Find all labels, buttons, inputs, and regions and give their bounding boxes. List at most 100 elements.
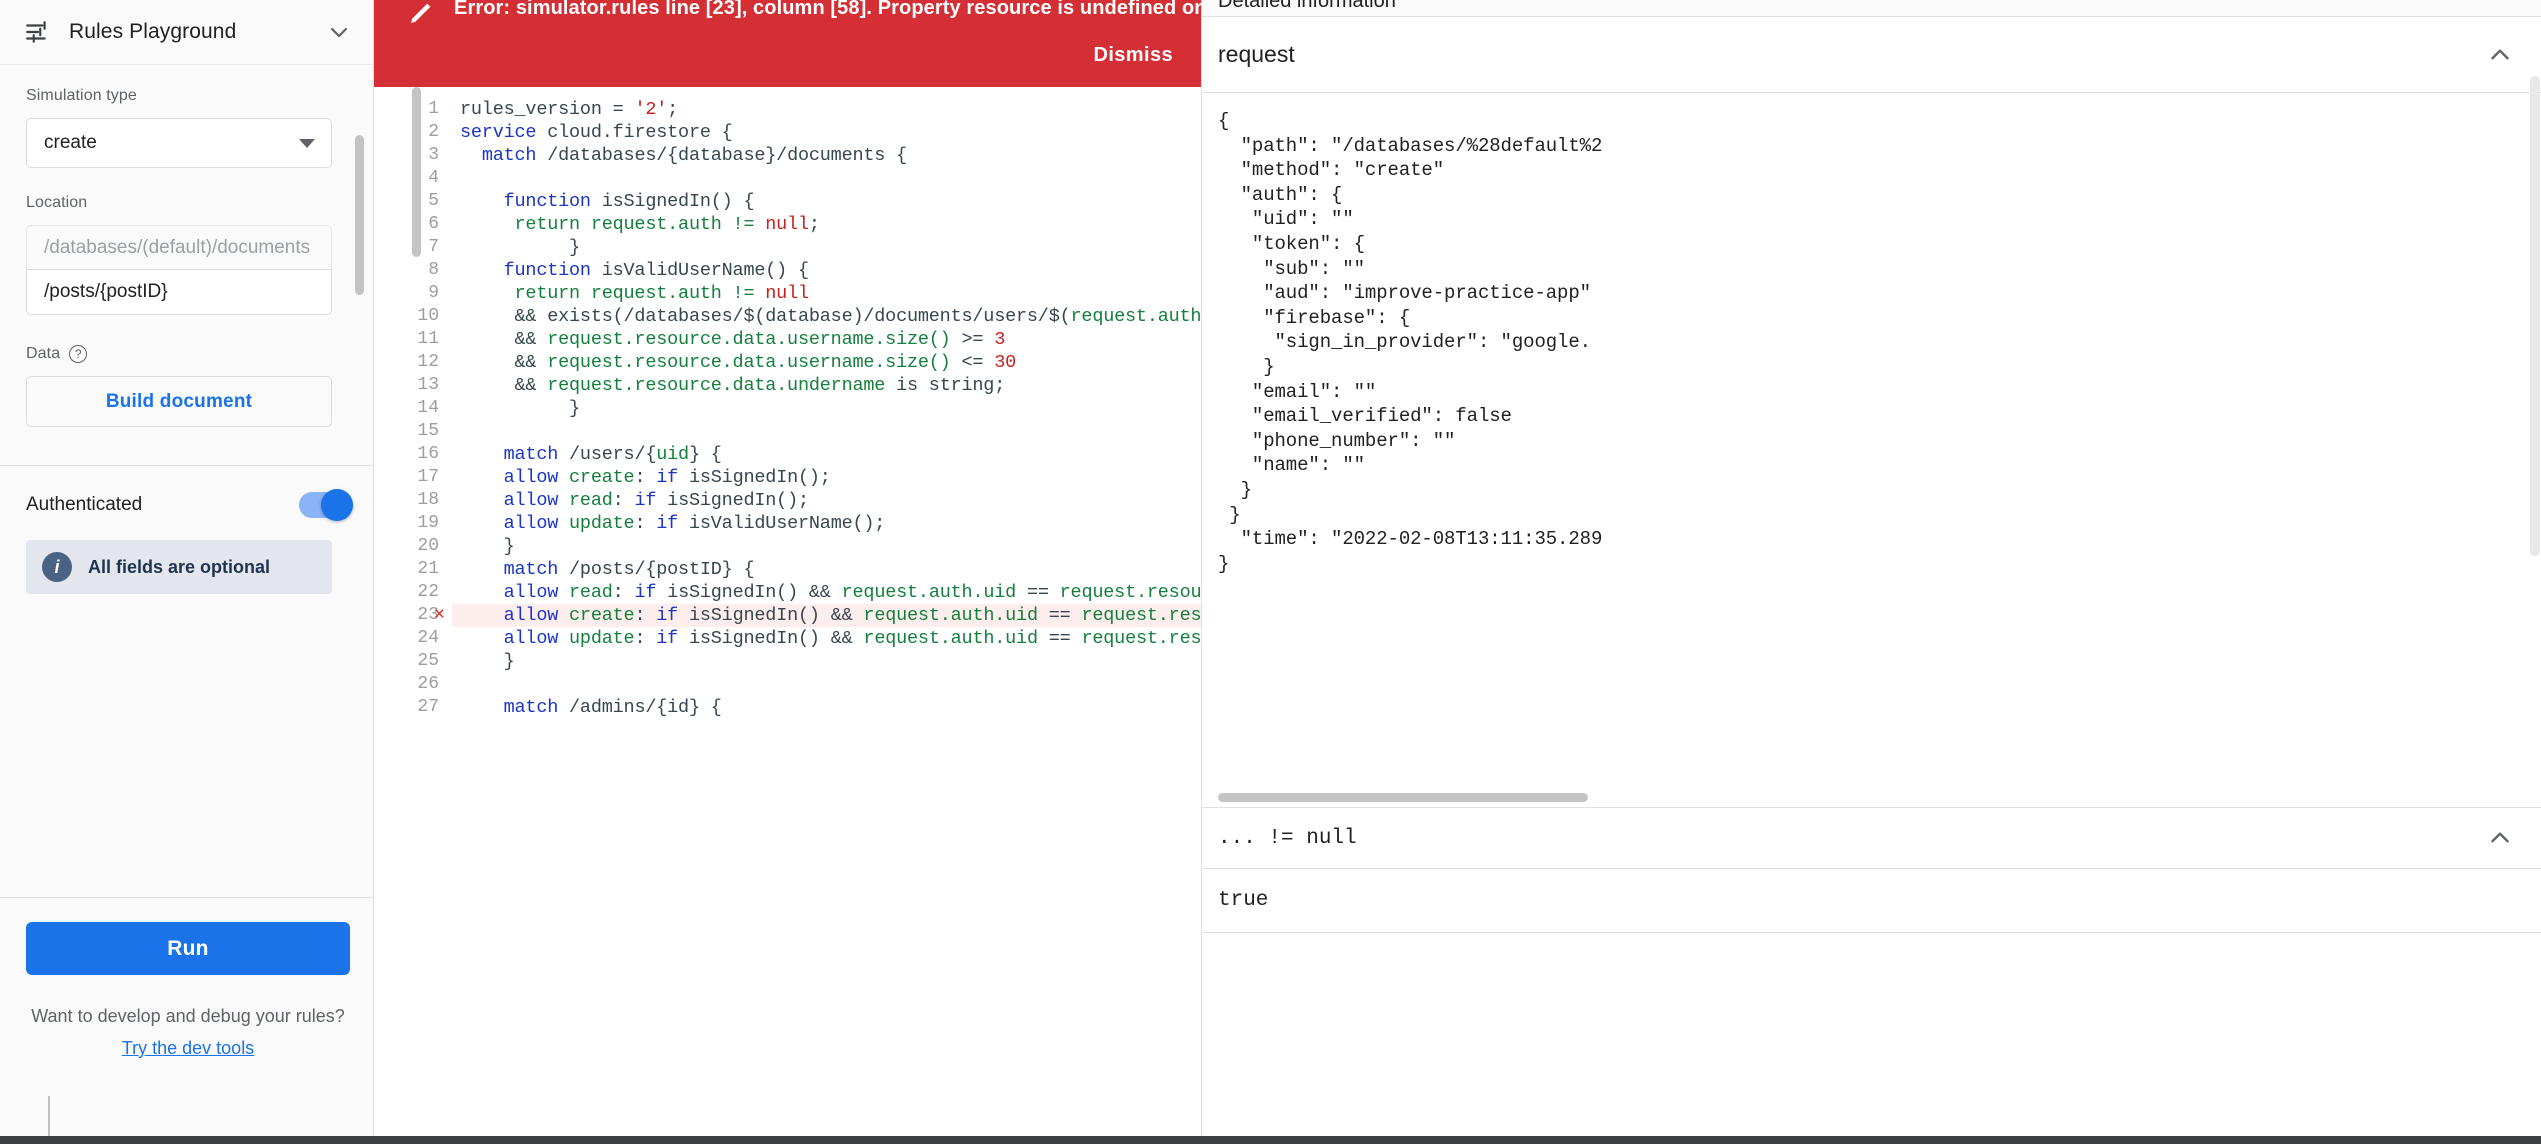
code-line[interactable]: allow read: if isSignedIn() && request.a… (452, 581, 1201, 604)
chevron-up-icon[interactable] (2487, 42, 2513, 68)
request-json-horizontal-scrollbar[interactable] (1218, 792, 1588, 802)
code-line[interactable]: return request.auth != null; (452, 213, 1201, 236)
line-number: 24 (417, 628, 439, 648)
json-line: "token": { (1218, 232, 1365, 255)
json-line: "time": "2022-02-08T13:11:35.289 (1218, 528, 1603, 551)
help-circle-icon[interactable]: ? (69, 345, 88, 363)
panel-header[interactable]: Rules Playground (0, 0, 373, 65)
code-line[interactable]: } (452, 236, 1201, 259)
code-line[interactable]: allow update: if isValidUserName(); (452, 512, 1201, 535)
code-line[interactable]: && request.resource.data.username.size()… (452, 351, 1201, 374)
line-number: 3 (428, 145, 439, 165)
request-accordion-title: request (1218, 41, 1295, 67)
info-icon: i (42, 552, 72, 582)
build-document-button[interactable]: Build document (26, 376, 332, 427)
code-line[interactable]: allow create: if isSignedIn() && request… (452, 604, 1201, 627)
expression-result: true (1202, 869, 2541, 934)
line-number: 22 (417, 582, 439, 602)
code-line[interactable]: service cloud.firestore { (452, 121, 1201, 144)
code-line[interactable]: function isSignedIn() { (452, 190, 1201, 213)
code-line[interactable]: && request.resource.data.undername is st… (452, 374, 1201, 397)
request-accordion-header[interactable]: request (1202, 17, 2541, 93)
line-number: 12 (417, 352, 439, 372)
code-line[interactable]: } (452, 535, 1201, 558)
code-line[interactable]: && request.resource.data.username.size()… (452, 328, 1201, 351)
right-panel-filler (1202, 933, 2541, 1144)
code-line[interactable]: match /admins/{id} { (452, 696, 1201, 719)
code-line[interactable] (452, 167, 1201, 190)
left-bottom-edge (0, 1136, 374, 1144)
info-banner-text: All fields are optional (88, 556, 271, 577)
try-dev-tools-link[interactable]: Try the dev tools (26, 1035, 350, 1062)
detailed-information-title: Detailed information (1218, 0, 1396, 12)
editor-code-area[interactable]: rules_version = '2'; service cloud.firest… (452, 87, 1201, 1144)
line-number: 10 (417, 306, 439, 326)
devtools-prompt: Want to develop and debug your rules? Tr… (26, 1003, 350, 1062)
line-number: 13 (417, 375, 439, 395)
error-message: Error: simulator.rules line [23], column… (454, 0, 1201, 19)
json-line: "aud": "improve-practice-app" (1218, 282, 1591, 305)
error-pencil-icon (406, 0, 436, 28)
json-line: } (1218, 503, 1241, 526)
code-line[interactable]: && exists(/databases/$(database)/documen… (452, 305, 1202, 328)
simulation-type-label: Simulation type (26, 87, 137, 104)
data-label: Data (26, 345, 61, 362)
dismiss-button[interactable]: Dismiss (1093, 44, 1173, 67)
line-number: × 23 (417, 604, 445, 626)
authenticated-toggle[interactable] (299, 489, 353, 521)
rules-playground-app: Rules Playground Simulation type create … (0, 0, 2541, 1144)
code-line[interactable]: } (452, 397, 1201, 420)
run-button[interactable]: Run (26, 922, 350, 975)
editor-line-numbers: 1 2 3 4 5 6 7 8 9 10 11 12 13 14 15 16 17 18 19 20 21 22 × 23 24… (374, 87, 452, 1144)
data-label-row: Data ? (26, 345, 351, 363)
code-line[interactable]: allow read: if isSignedIn(); (452, 489, 1201, 512)
simulation-type-select[interactable]: create (26, 118, 332, 168)
json-line: "name": "" (1218, 454, 1365, 477)
line-number: 5 (428, 191, 439, 211)
code-line[interactable]: match /users/{uid} { (452, 443, 1201, 466)
line-number: 4 (428, 168, 439, 188)
code-line[interactable]: function isValidUserName() { (452, 259, 1201, 282)
left-panel-scrollbar[interactable] (355, 135, 364, 295)
line-number: 11 (417, 329, 439, 349)
error-marker-icon: × (433, 604, 445, 626)
line-number: 6 (428, 214, 439, 234)
code-line[interactable]: rules_version = '2'; (452, 98, 1201, 121)
location-input[interactable] (26, 269, 332, 315)
bottom-bar (0, 1136, 2541, 1144)
json-line: "email_verified": false (1218, 405, 1512, 428)
code-line[interactable]: match /posts/{postID} { (452, 558, 1201, 581)
json-line: } (1218, 355, 1275, 378)
json-line: "sub": "" (1218, 257, 1365, 280)
line-number: 8 (428, 260, 439, 280)
line-number: 26 (417, 674, 439, 694)
json-line: "email": "" (1218, 380, 1377, 403)
code-editor[interactable]: 1 2 3 4 5 6 7 8 9 10 11 12 13 14 15 16 17 18 19 20 21 22 × 23 24… (374, 87, 1201, 1144)
chevron-up-icon[interactable] (2487, 825, 2513, 851)
devtools-prompt-text: Want to develop and debug your rules? (31, 1006, 345, 1026)
expression-accordion-header[interactable]: ... != null (1202, 807, 2541, 870)
code-line[interactable]: allow create: if isSignedIn(); (452, 466, 1201, 489)
json-line: } (1218, 478, 1252, 501)
line-number: 18 (417, 490, 439, 510)
tune-icon (24, 19, 50, 45)
info-banner: i All fields are optional (26, 540, 332, 594)
request-json-hscroll-wrap (1202, 787, 2541, 808)
chevron-down-icon[interactable] (327, 20, 351, 44)
code-line[interactable]: match /databases/{database}/documents { (452, 144, 1201, 167)
line-number: 1 (428, 99, 439, 119)
json-line: "phone_number": "" (1218, 429, 1456, 452)
code-line[interactable]: allow update: if isSignedIn() && request… (452, 627, 1201, 650)
line-number: 17 (417, 467, 439, 487)
code-line[interactable]: return request.auth != null (452, 282, 1201, 305)
code-line[interactable]: } (452, 650, 1201, 673)
simulation-type-section: Simulation type create (0, 65, 373, 168)
json-line: { (1218, 110, 1230, 132)
detailed-information-panel: Detailed information request { "path": "… (1201, 0, 2541, 1144)
json-line: "auth": { (1218, 183, 1343, 206)
location-section: Location /databases/(default)/documents (0, 168, 373, 315)
code-line[interactable] (452, 673, 1201, 696)
json-line: "uid": "" (1218, 208, 1354, 231)
line-number: 2 (428, 122, 439, 142)
code-line[interactable] (452, 420, 1201, 443)
